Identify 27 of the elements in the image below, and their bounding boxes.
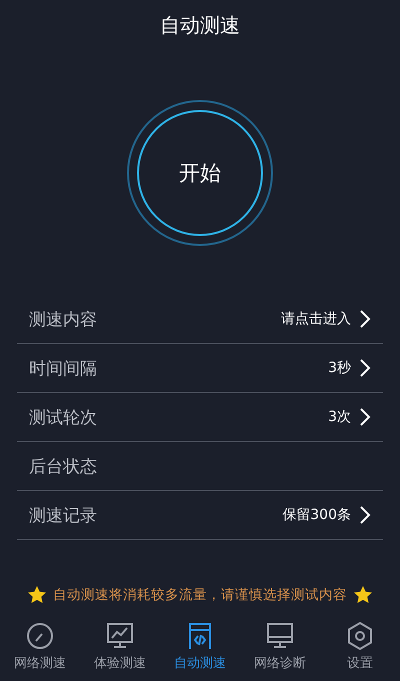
settings-icon: [345, 621, 375, 651]
speedometer-icon: [25, 621, 55, 651]
tab[interactable]: 网络诊断: [240, 619, 320, 681]
setting-value[interactable]: 3秒: [328, 359, 351, 377]
chevron-icon[interactable]: [359, 407, 371, 427]
setting-value[interactable]: 3次: [328, 408, 351, 426]
setting-label: 测速内容: [29, 308, 98, 330]
chevron-icon[interactable]: [359, 309, 371, 329]
chevron-icon[interactable]: [359, 505, 371, 525]
monitor-icon: [265, 621, 295, 651]
tab[interactable]: 自动测速: [160, 619, 240, 681]
chevron-icon[interactable]: [359, 358, 371, 378]
setting-value[interactable]: 请点击进入: [281, 310, 351, 328]
setting-label: 后台状态: [29, 456, 98, 478]
setting-label: 时间间隔: [29, 358, 98, 380]
star-icon: [353, 585, 373, 605]
setting-label: 测试轮次: [29, 406, 98, 428]
tab[interactable]: 网络测速: [0, 619, 80, 681]
notice-text: 自动测速将消耗较多流量，请谨慎选择测试内容: [53, 586, 347, 604]
start-button[interactable]: 开始: [137, 110, 263, 236]
tab[interactable]: 设置: [320, 619, 400, 681]
chart-monitor-icon: [105, 621, 135, 651]
tab[interactable]: 体验测速: [80, 619, 160, 681]
star-icon: [27, 585, 47, 605]
setting-label: 测速记录: [29, 504, 98, 526]
page-title: 自动测速: [160, 12, 240, 38]
setting-value[interactable]: 保留300条: [282, 506, 351, 524]
